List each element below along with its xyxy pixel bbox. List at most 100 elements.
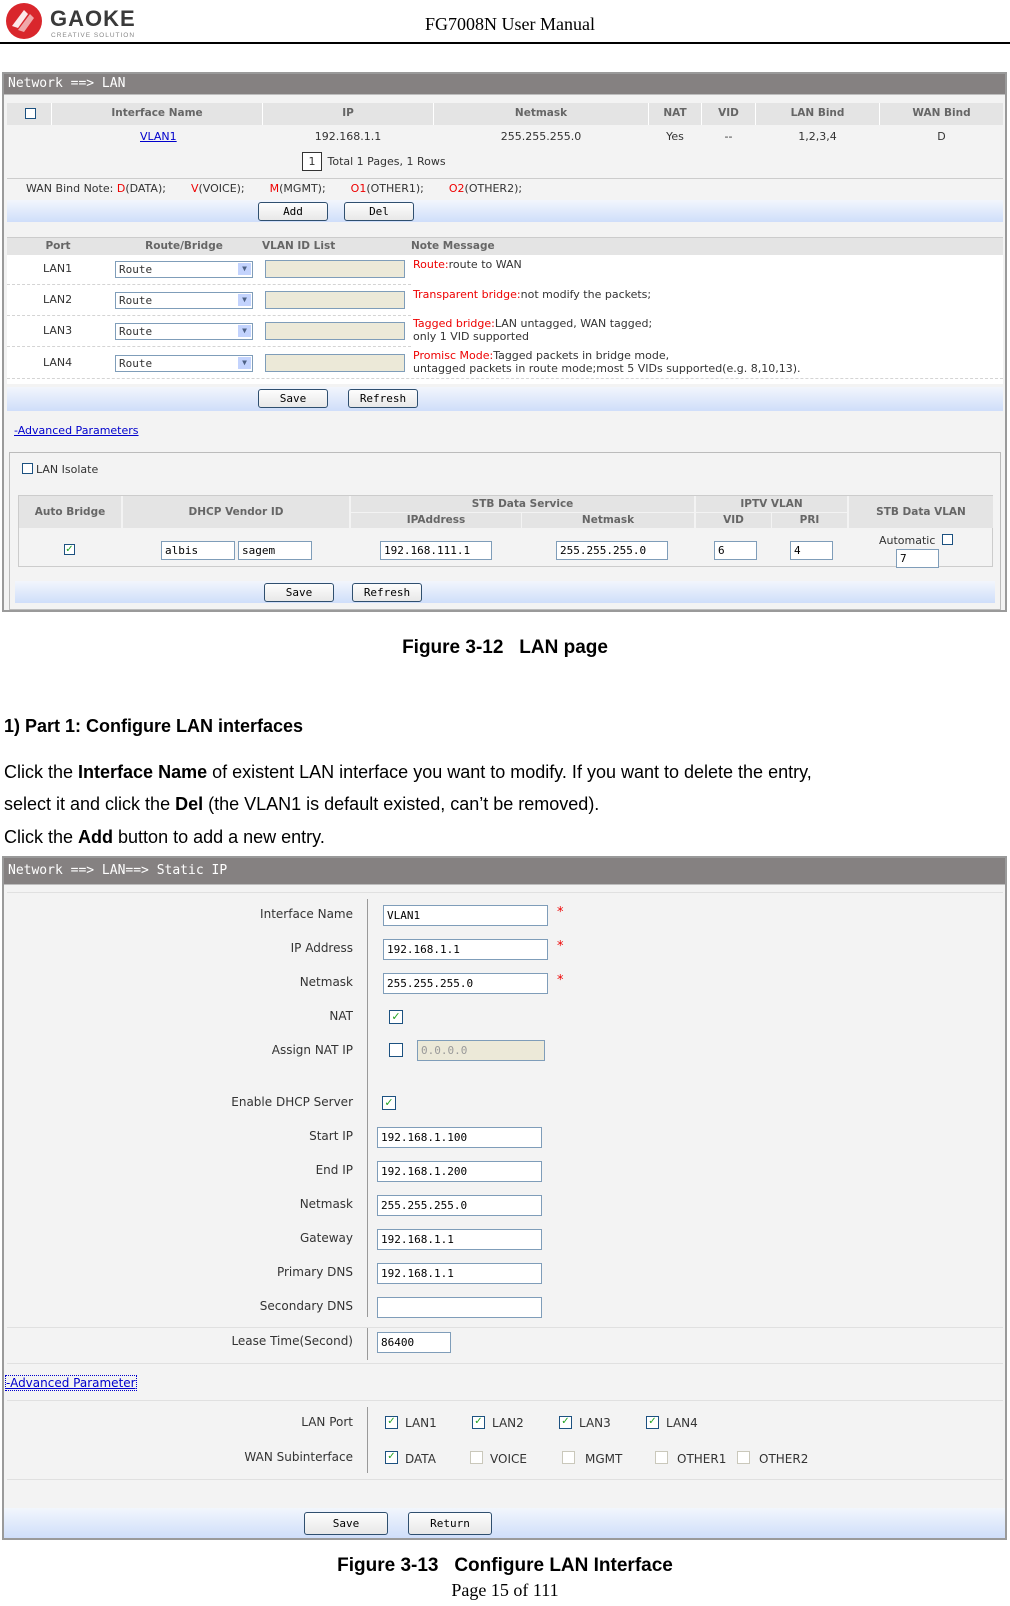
lease-time-input[interactable]: 86400 bbox=[377, 1332, 451, 1353]
end-ip-input[interactable]: 192.168.1.200 bbox=[377, 1161, 542, 1182]
auto-bridge-checkbox[interactable]: ✓ bbox=[64, 544, 75, 555]
note-promisc-mode: Promisc Mode:Tagged packets in bridge mo… bbox=[413, 349, 801, 375]
return-button[interactable]: Return bbox=[408, 1512, 492, 1535]
advanced-save-button[interactable]: Save bbox=[264, 583, 334, 602]
add-button[interactable]: Add bbox=[258, 202, 328, 221]
lan2-label: LAN2 bbox=[492, 1416, 524, 1430]
stb-ip-input[interactable]: 192.168.111.1 bbox=[380, 541, 492, 560]
col-note-message: Note Message bbox=[411, 240, 495, 252]
route-bridge-select[interactable]: Route ▼ bbox=[115, 261, 253, 278]
dhcp-netmask-input[interactable]: 255.255.255.0 bbox=[377, 1195, 542, 1216]
form-divider bbox=[367, 1328, 368, 1360]
header-divider bbox=[0, 42, 1010, 44]
vendor-id-2-input[interactable]: sagem bbox=[238, 541, 312, 560]
stb-netmask-input[interactable]: 255.255.255.0 bbox=[556, 541, 668, 560]
required-mark: * bbox=[557, 905, 564, 920]
advanced-refresh-button[interactable]: Refresh bbox=[352, 583, 422, 602]
refresh-button[interactable]: Refresh bbox=[348, 389, 418, 408]
lan-bind-value: 1,2,3,4 bbox=[798, 130, 837, 143]
iptv-vid-input[interactable]: 6 bbox=[714, 541, 757, 560]
note-key: O1 bbox=[350, 182, 367, 195]
static-ip-screenshot: Network ==> LAN==> Static IP Interface N… bbox=[2, 856, 1007, 1540]
vlan-id-list-input[interactable] bbox=[265, 260, 405, 278]
advanced-parameter-link[interactable]: -Advanced Parameter bbox=[5, 1375, 137, 1391]
iptv-pri-header: PRI bbox=[772, 513, 847, 528]
vendor-id-1-input[interactable]: albis bbox=[161, 541, 235, 560]
other2-checkbox[interactable] bbox=[737, 1451, 750, 1464]
primary-dns-input[interactable]: 192.168.1.1 bbox=[377, 1263, 542, 1284]
lan-port-label: LAN Port bbox=[301, 1415, 353, 1429]
interface-name-link[interactable]: VLAN1 bbox=[140, 130, 177, 143]
paragraph-line-2: select it and click the Del (the VLAN1 i… bbox=[4, 794, 600, 814]
automatic-label: Automatic bbox=[879, 534, 936, 547]
other1-checkbox[interactable] bbox=[655, 1451, 668, 1464]
ip-address-label: IP Address bbox=[290, 941, 353, 955]
automatic-checkbox[interactable] bbox=[942, 534, 953, 545]
del-button[interactable]: Del bbox=[344, 202, 414, 221]
stb-data-vlan-input[interactable]: 7 bbox=[896, 549, 939, 568]
select-value: Route bbox=[119, 357, 153, 370]
note-tagged-bridge: Tagged bridge:LAN untagged, WAN tagged; … bbox=[413, 317, 653, 343]
lan3-checkbox[interactable]: ✓ bbox=[559, 1416, 572, 1429]
required-mark: * bbox=[557, 939, 564, 954]
vlan-id-list-input[interactable] bbox=[265, 322, 405, 340]
select-all-checkbox[interactable] bbox=[25, 108, 36, 119]
row-divider bbox=[7, 315, 411, 316]
select-value: Route bbox=[119, 294, 153, 307]
lan2-checkbox[interactable]: ✓ bbox=[472, 1416, 485, 1429]
vlan-id-list-input[interactable] bbox=[265, 354, 405, 372]
lease-time-label: Lease Time(Second) bbox=[231, 1334, 353, 1348]
port-label: LAN4 bbox=[43, 356, 73, 369]
vlan-id-list-input[interactable] bbox=[265, 291, 405, 309]
nat-ip-input[interactable]: 0.0.0.0 bbox=[417, 1040, 545, 1061]
ip-address-input[interactable]: 192.168.1.1 bbox=[383, 939, 548, 960]
nat-checkbox[interactable]: ✓ bbox=[389, 1010, 403, 1024]
stb-data-vlan-header: STB Data VLAN bbox=[849, 496, 993, 528]
save-button[interactable]: Save bbox=[304, 1512, 388, 1535]
secondary-dns-label: Secondary DNS bbox=[259, 1299, 353, 1313]
figure-3-13-caption: Figure 3-13 Configure LAN Interface bbox=[337, 1555, 673, 1576]
lan4-checkbox[interactable]: ✓ bbox=[646, 1416, 659, 1429]
form-action-bar bbox=[4, 1508, 1005, 1538]
iptv-pri-input[interactable]: 4 bbox=[790, 541, 833, 560]
lan1-checkbox[interactable]: ✓ bbox=[385, 1416, 398, 1429]
svg-text:GAOKE: GAOKE bbox=[50, 6, 136, 31]
advanced-table: Auto Bridge DHCP Vendor ID STB Data Serv… bbox=[18, 495, 993, 568]
note-text: (MGMT); bbox=[279, 182, 326, 195]
wan-bind-value: D bbox=[937, 130, 946, 143]
secondary-dns-input[interactable] bbox=[377, 1297, 542, 1318]
lan3-label: LAN3 bbox=[579, 1416, 611, 1430]
start-ip-input[interactable]: 192.168.1.100 bbox=[377, 1127, 542, 1148]
netmask-value: 255.255.255.0 bbox=[500, 130, 582, 143]
col-wan-bind: WAN Bind bbox=[912, 107, 971, 119]
advanced-parameters-link[interactable]: -Advanced Parameters bbox=[14, 424, 139, 437]
advanced-panel: LAN Isolate Auto Bridge DHCP Vendor ID S… bbox=[9, 452, 1001, 610]
mgmt-checkbox[interactable] bbox=[562, 1451, 575, 1464]
dhcp-netmask-label: Netmask bbox=[299, 1197, 353, 1211]
stb-data-service-header: STB Data Service bbox=[351, 496, 694, 512]
row-divider bbox=[7, 346, 411, 347]
route-bridge-select[interactable]: Route ▼ bbox=[115, 355, 253, 372]
lan4-label: LAN4 bbox=[666, 1416, 698, 1430]
chevron-down-icon: ▼ bbox=[238, 294, 251, 306]
lan-isolate-checkbox[interactable] bbox=[22, 463, 33, 474]
other2-label: OTHER2 bbox=[759, 1452, 809, 1466]
route-bridge-select[interactable]: Route ▼ bbox=[115, 292, 253, 309]
assign-nat-ip-checkbox[interactable] bbox=[389, 1043, 403, 1057]
divider bbox=[7, 178, 1003, 179]
chevron-down-icon: ▼ bbox=[238, 263, 251, 275]
gaoke-logo: GAOKE CREATIVE SOLUTION bbox=[4, 2, 169, 40]
paragraph-line-3: Click the Add button to add a new entry. bbox=[4, 827, 325, 847]
route-bridge-select[interactable]: Route ▼ bbox=[115, 323, 253, 340]
enable-dhcp-checkbox[interactable]: ✓ bbox=[382, 1096, 396, 1110]
gateway-input[interactable]: 192.168.1.1 bbox=[377, 1229, 542, 1250]
interface-name-input[interactable]: VLAN1 bbox=[383, 905, 548, 926]
data-label: DATA bbox=[405, 1452, 436, 1466]
voice-checkbox[interactable] bbox=[470, 1451, 483, 1464]
save-button[interactable]: Save bbox=[258, 389, 328, 408]
netmask-input[interactable]: 255.255.255.0 bbox=[383, 973, 548, 994]
data-checkbox[interactable]: ✓ bbox=[385, 1451, 398, 1464]
ports-table: Port Route/Bridge VLAN ID List Note Mess… bbox=[7, 237, 1003, 384]
page-number-box[interactable]: 1 bbox=[302, 152, 322, 171]
figure-3-12-caption: Figure 3-12 LAN page bbox=[402, 637, 608, 658]
